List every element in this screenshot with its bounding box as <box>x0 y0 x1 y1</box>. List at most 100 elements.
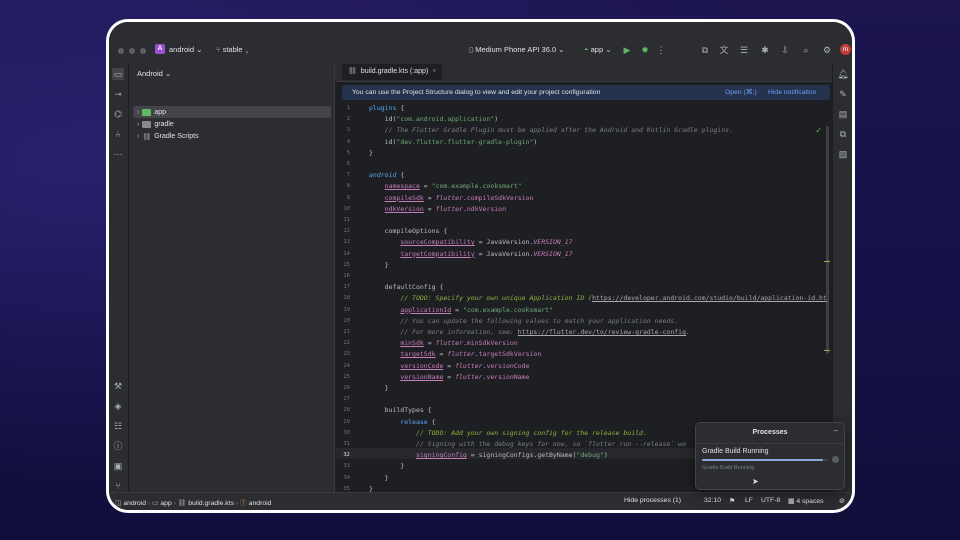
tree-item-app[interactable]: › app <box>137 107 166 118</box>
banner-text: You can use the Project Structure dialog… <box>352 89 601 96</box>
tab-bar: ⛓ build.gradle.kts (:app) × <box>336 62 832 82</box>
breadcrumb-item[interactable]: app <box>160 500 171 507</box>
branch-icon: ⑂ <box>216 45 221 54</box>
line-number: 22 <box>343 340 350 347</box>
emulator-icon[interactable]: ▧ <box>837 148 849 160</box>
tree-item-gradle-scripts[interactable]: › ⛓ Gradle Scripts <box>137 131 199 142</box>
stop-process-icon[interactable] <box>832 456 839 463</box>
gradle-file-icon: ⛓ <box>348 68 357 75</box>
avatar[interactable]: m <box>840 44 851 55</box>
project-view-selector[interactable]: Android ⌄ <box>137 69 171 78</box>
left-tool-strip: ▭ ⊸ ⌬ ⑃ ⋯ ⚒ ◈ ☷ ⓘ ▣ ⑂ <box>109 62 129 492</box>
debug-icon[interactable]: ✹ <box>639 44 651 56</box>
branch-selector[interactable]: ⑂ stable ⌄ <box>216 45 249 54</box>
sdk-manager-icon[interactable]: ⇩ <box>779 44 791 56</box>
line-number: 27 <box>343 396 350 403</box>
indent-setting[interactable]: ▦ 4 spaces <box>788 497 824 505</box>
minimize-light[interactable] <box>129 48 135 54</box>
project-selector[interactable]: android ⌄ <box>169 45 202 54</box>
chevron-down-icon: ⌄ <box>558 45 565 54</box>
chevron-right-icon: › <box>147 500 151 507</box>
banner-open-link[interactable]: Open (⌘;) <box>725 85 757 100</box>
git-icon[interactable]: ⑂ <box>112 480 124 492</box>
more-options-icon[interactable]: ⋮ <box>655 44 667 56</box>
line-number: 32 <box>343 452 350 459</box>
line-number: 34 <box>343 474 350 481</box>
minimize-icon[interactable]: – <box>834 426 838 435</box>
problems-icon[interactable]: ⓘ <box>112 440 124 452</box>
tree-item-gradle[interactable]: › gradle <box>137 119 174 130</box>
line-number: 19 <box>343 306 350 313</box>
vcs-icon[interactable]: ⚑ <box>729 497 735 505</box>
line-number: 25 <box>343 373 350 380</box>
more-tools-icon[interactable]: ⋯ <box>112 148 124 160</box>
line-number: 10 <box>343 205 350 212</box>
line-number: 30 <box>343 429 350 436</box>
code-line: // For more information, see: https://fl… <box>400 328 690 336</box>
tree-item-label: gradle <box>154 121 174 128</box>
breadcrumb-item[interactable]: build.gradle.kts <box>188 500 234 507</box>
branch-name: stable <box>222 45 243 54</box>
code-line: versionName = flutter.versionName <box>400 372 530 381</box>
bug-icon[interactable]: ✱ <box>759 44 771 56</box>
folder-icon <box>142 109 152 116</box>
close-icon[interactable]: × <box>432 64 436 80</box>
structure-icon[interactable]: ⌬ <box>112 108 124 120</box>
lock-icon[interactable]: ⊘ <box>839 497 845 505</box>
hide-processes-link[interactable]: Hide processes (1) <box>624 497 681 504</box>
banner-hide-link[interactable]: Hide notification <box>768 85 816 100</box>
code-line: applicationId = "com.example.cooksmart" <box>400 305 553 314</box>
layout-inspector-icon[interactable]: ☰ <box>738 44 750 56</box>
close-light[interactable] <box>118 48 124 54</box>
settings-gear-icon[interactable]: ⚙ <box>821 44 833 56</box>
breadcrumb-item[interactable]: android <box>249 500 272 507</box>
build-hammer-icon[interactable]: ⚒ <box>112 380 124 392</box>
search-icon[interactable]: ⌕ <box>800 44 812 56</box>
code-line: // TODO: Add your own signing config for… <box>415 428 647 437</box>
code-line: // You can update the following values t… <box>400 316 679 325</box>
translate-icon[interactable]: 文 <box>718 44 730 56</box>
zoom-light[interactable] <box>140 48 146 54</box>
code-line: targetCompatibility = JavaVersion.VERSIO… <box>400 249 573 258</box>
cursor-position[interactable]: 32:10 <box>704 497 721 504</box>
code-line: } <box>369 148 373 157</box>
chevron-down-icon: ⌄ <box>244 45 250 54</box>
code-line: } <box>369 260 389 269</box>
line-number: 16 <box>343 273 350 279</box>
run-config-selector[interactable]: ◓ app ⌄ <box>584 45 612 54</box>
logcat-icon[interactable]: ☷ <box>112 420 124 432</box>
line-number: 31 <box>343 441 350 447</box>
device-selector[interactable]: ▯ Medium Phone API 36.0 ⌄ <box>469 45 565 54</box>
line-separator[interactable]: LF <box>745 497 753 504</box>
pull-requests-icon[interactable]: ⑃ <box>112 128 124 140</box>
code-line: id("com.android.application") <box>369 115 499 124</box>
progress-fill <box>702 459 823 461</box>
window-controls[interactable] <box>118 48 146 54</box>
tab-label: build.gradle.kts (:app) <box>360 68 429 75</box>
notifications-icon[interactable]: 🔔︎ <box>837 68 849 80</box>
device-manager-icon[interactable]: ⧉ <box>699 44 711 56</box>
terminal-icon[interactable]: ▣ <box>112 460 124 472</box>
folder-icon <box>142 121 152 128</box>
running-devices-icon[interactable]: ⧉ <box>837 128 849 140</box>
code-line: plugins { <box>369 104 405 112</box>
line-number: 13 <box>343 239 350 246</box>
project-badge[interactable]: A <box>155 44 165 54</box>
run-icon[interactable]: ▶ <box>621 44 633 56</box>
gem-icon[interactable]: ◈ <box>112 400 124 412</box>
processes-popup: Processes – Gradle Build Running Gradle … <box>695 422 845 490</box>
commit-icon[interactable]: ⊸ <box>112 88 124 100</box>
code-line: namespace = "com.example.cooksmart" <box>384 182 522 191</box>
gradle-icon: ⛓ <box>142 133 152 141</box>
gemini-icon[interactable]: ✎ <box>837 88 849 100</box>
project-folder-icon[interactable]: ▭ <box>112 68 124 80</box>
breadcrumb-item[interactable]: android <box>123 500 146 507</box>
tab-build-gradle[interactable]: ⛓ build.gradle.kts (:app) × <box>342 64 443 80</box>
code-line: compileSdk = flutter.compileSdkVersion <box>384 193 534 202</box>
code-line: ndkVersion = flutter.ndkVersion <box>384 204 507 213</box>
file-encoding[interactable]: UTF-8 <box>761 497 780 504</box>
chevron-right-icon: › <box>235 500 239 507</box>
line-number: 29 <box>343 418 350 425</box>
device-explorer-icon[interactable]: ▤ <box>837 108 849 120</box>
line-number: 18 <box>343 295 350 302</box>
